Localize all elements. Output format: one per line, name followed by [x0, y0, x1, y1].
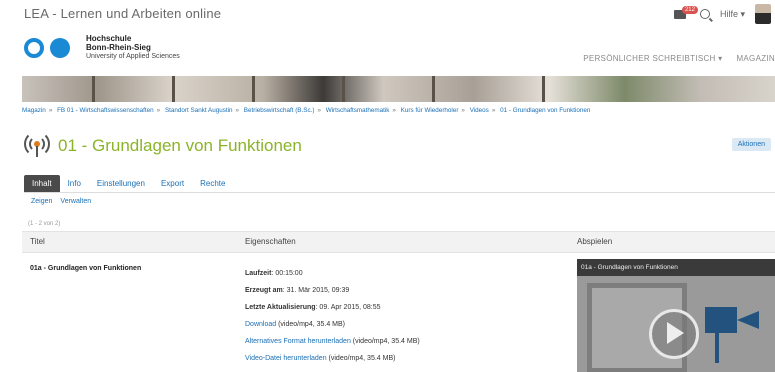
- item-count: (1 - 2 von 2): [28, 221, 61, 227]
- breadcrumb-item[interactable]: Videos: [470, 107, 489, 114]
- row-title: 01a - Grundlagen von Funktionen: [30, 265, 142, 272]
- breadcrumb-item[interactable]: Betriebswirtschaft (B.Sc.): [244, 107, 315, 114]
- logo-ring-icon: [24, 37, 44, 58]
- aktual-value: : 09. Apr 2015, 08:55: [315, 304, 381, 311]
- column-header-eigenschaften: Eigenschaften: [245, 237, 296, 246]
- top-bar: LEA - Lernen und Arbeiten online 212 Hil…: [0, 0, 775, 30]
- logo-dot-icon: [50, 37, 70, 58]
- column-header-titel[interactable]: Titel: [30, 237, 45, 246]
- aktual-label: Letzte Aktualisierung: [245, 304, 316, 311]
- breadcrumb-item[interactable]: Kurs für Wiederholer: [401, 107, 459, 114]
- column-header-abspielen: Abspielen: [577, 237, 613, 246]
- subtab-verwalten[interactable]: Verwalten: [60, 198, 91, 205]
- video-title-bar: 01a - Grundlagen von Funktionen: [577, 259, 775, 276]
- camera-lens-icon: [737, 311, 759, 329]
- prop-laufzeit: Laufzeit: 00:15:00: [245, 265, 420, 282]
- laufzeit-value: : 00:15:00: [271, 270, 303, 277]
- help-label: Hilfe: [719, 8, 738, 19]
- actions-button[interactable]: Aktionen: [731, 138, 771, 151]
- camera-icon: [705, 307, 737, 333]
- video-file-info: (video/mp4, 35.4 MB): [326, 355, 396, 362]
- page-title: 01 - Grundlagen von Funktionen: [58, 136, 302, 155]
- erzeugt-label: Erzeugt am: [245, 287, 283, 294]
- breadcrumb: Magazin» FB 01 - Wirtschaftswissenschaft…: [22, 107, 591, 114]
- video-player[interactable]: 01a - Grundlagen von Funktionen: [577, 259, 775, 372]
- download-link[interactable]: Download: [245, 321, 276, 328]
- search-icon[interactable]: [699, 9, 710, 19]
- nav-personal-desk[interactable]: PERSÖNLICHER SCHREIBTISCH ▾: [583, 54, 722, 63]
- page-heading: 01 - Grundlagen von Funktionen: [24, 131, 302, 159]
- laufzeit-label: Laufzeit: [245, 270, 272, 277]
- video-file-link[interactable]: Video-Datei herunterladen: [245, 355, 327, 362]
- alt-format-link[interactable]: Alternatives Format herunterladen: [245, 338, 351, 345]
- download-info: (video/mp4, 35.4 MB): [276, 321, 346, 328]
- properties: Laufzeit: 00:15:00 Erzeugt am: 31. Mär 2…: [245, 265, 420, 367]
- main-nav: PERSÖNLICHER SCHREIBTISCH ▾ MAGAZIN: [583, 54, 775, 63]
- breadcrumb-item[interactable]: Standort Sankt Augustin: [165, 107, 233, 114]
- breadcrumb-item[interactable]: FB 01 - Wirtschaftswissenschaften: [57, 107, 154, 114]
- breadcrumb-item[interactable]: 01 - Grundlagen von Funktionen: [500, 107, 590, 114]
- tab-info[interactable]: Info: [60, 175, 89, 192]
- avatar[interactable]: [755, 4, 771, 24]
- help-menu[interactable]: Hilfe ▾: [720, 9, 745, 20]
- podcast-icon: [24, 131, 50, 159]
- alt-format-info: (video/mp4, 35.4 MB): [350, 338, 420, 345]
- tab-export[interactable]: Export: [153, 175, 192, 192]
- table-header: Titel Eigenschaften Abspielen: [22, 231, 775, 253]
- subtab-zeigen[interactable]: Zeigen: [31, 198, 52, 205]
- notification-badge: 212: [681, 5, 698, 14]
- play-button[interactable]: [649, 309, 699, 359]
- prop-download: Download (video/mp4, 35.4 MB): [245, 316, 420, 333]
- prop-erzeugt: Erzeugt am: 31. Mär 2015, 09:39: [245, 282, 420, 299]
- nav-magazin[interactable]: MAGAZIN: [736, 54, 775, 63]
- logo-line3: University of Applied Sciences: [86, 53, 180, 60]
- tab-rechte[interactable]: Rechte: [192, 175, 233, 192]
- logo-line1: Hochschule: [86, 34, 132, 43]
- logo-circles: [24, 37, 70, 58]
- university-logo[interactable]: Hochschule Bonn-Rhein-Sieg University of…: [24, 34, 180, 61]
- top-right-tools: 212 Hilfe ▾: [673, 4, 771, 24]
- logo-text: Hochschule Bonn-Rhein-Sieg University of…: [86, 34, 180, 61]
- tab-einstellungen[interactable]: Einstellungen: [89, 175, 153, 192]
- tab-inhalt[interactable]: Inhalt: [24, 175, 60, 192]
- mail-icon[interactable]: 212: [673, 5, 698, 20]
- prop-alt-format: Alternatives Format herunterladen (video…: [245, 333, 420, 350]
- tab-bar: Inhalt Info Einstellungen Export Rechte: [24, 175, 775, 193]
- erzeugt-value: : 31. Mär 2015, 09:39: [282, 287, 350, 294]
- header-banner: [22, 76, 775, 102]
- logo-line2: Bonn-Rhein-Sieg: [86, 43, 151, 52]
- prop-aktualisierung: Letzte Aktualisierung: 09. Apr 2015, 08:…: [245, 299, 420, 316]
- subtab-bar: Zeigen Verwalten: [31, 198, 91, 205]
- tripod-icon: [715, 333, 719, 363]
- app-title[interactable]: LEA - Lernen und Arbeiten online: [24, 6, 221, 21]
- breadcrumb-item[interactable]: Magazin: [22, 107, 46, 114]
- prop-video-file: Video-Datei herunterladen (video/mp4, 35…: [245, 350, 420, 367]
- breadcrumb-item[interactable]: Wirtschaftsmathematik: [326, 107, 390, 114]
